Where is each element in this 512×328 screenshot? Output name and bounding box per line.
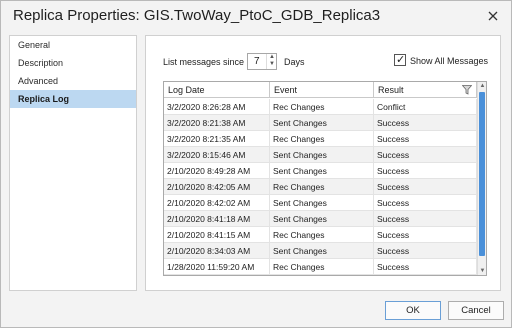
event-cell: Rec Changes: [270, 99, 374, 115]
nav-item-advanced[interactable]: Advanced: [10, 72, 136, 90]
event-cell: Rec Changes: [270, 259, 374, 275]
event-cell: Rec Changes: [270, 179, 374, 195]
properties-nav: General Description Advanced Replica Log: [9, 35, 137, 291]
show-all-label[interactable]: Show All Messages: [410, 56, 488, 66]
days-spinner[interactable]: 7 ▲ ▼: [247, 53, 277, 70]
log-date-cell: 3/2/2020 8:26:28 AM: [164, 99, 270, 115]
title-bar: Replica Properties: GIS.TwoWay_PtoC_GDB_…: [1, 1, 511, 33]
result-cell: Success: [374, 147, 477, 163]
scroll-up-icon[interactable]: ▲: [478, 82, 486, 90]
log-date-cell: 3/2/2020 8:21:38 AM: [164, 115, 270, 131]
table-row[interactable]: 1/28/2020 11:59:20 AM Rec Changes Success: [164, 259, 477, 275]
table-row[interactable]: 2/10/2020 8:42:05 AM Rec Changes Success: [164, 179, 477, 195]
table-row[interactable]: 2/10/2020 8:41:18 AM Sent Changes Success: [164, 211, 477, 227]
close-icon: [488, 11, 498, 21]
show-all-checkbox[interactable]: ✓: [394, 54, 406, 66]
check-icon: ✓: [396, 54, 406, 66]
result-cell: Success: [374, 115, 477, 131]
event-cell: Rec Changes: [270, 131, 374, 147]
result-cell: Success: [374, 227, 477, 243]
close-button[interactable]: [485, 8, 501, 24]
log-date-cell: 2/10/2020 8:42:02 AM: [164, 195, 270, 211]
nav-item-general[interactable]: General: [10, 36, 136, 54]
event-cell: Sent Changes: [270, 211, 374, 227]
table-row[interactable]: 3/2/2020 8:21:38 AM Sent Changes Success: [164, 115, 477, 131]
table-row[interactable]: 3/2/2020 8:26:28 AM Rec Changes Conflict: [164, 99, 477, 115]
days-value[interactable]: 7: [254, 56, 260, 67]
result-cell: Success: [374, 211, 477, 227]
table-row[interactable]: 2/10/2020 8:49:28 AM Sent Changes Success: [164, 163, 477, 179]
event-cell: Sent Changes: [270, 115, 374, 131]
spinner-up-icon[interactable]: ▲: [268, 54, 276, 61]
spinner-down-icon[interactable]: ▼: [268, 61, 276, 68]
table-row[interactable]: 3/2/2020 8:21:35 AM Rec Changes Success: [164, 131, 477, 147]
event-cell: Sent Changes: [270, 243, 374, 259]
column-header-event[interactable]: Event: [270, 82, 374, 98]
result-cell: Success: [374, 163, 477, 179]
column-header-result-label: Result: [378, 85, 404, 95]
result-cell: Conflict: [374, 99, 477, 115]
table-row[interactable]: 2/10/2020 8:42:02 AM Sent Changes Success: [164, 195, 477, 211]
column-header-result[interactable]: Result: [374, 82, 477, 98]
table-row[interactable]: 2/10/2020 8:41:15 AM Rec Changes Success: [164, 227, 477, 243]
result-cell: Success: [374, 243, 477, 259]
log-date-cell: 2/10/2020 8:41:15 AM: [164, 227, 270, 243]
nav-item-replica-log[interactable]: Replica Log: [10, 90, 136, 108]
log-date-cell: 1/28/2020 11:59:20 AM: [164, 259, 270, 275]
log-date-cell: 2/10/2020 8:34:03 AM: [164, 243, 270, 259]
table-row[interactable]: 2/10/2020 8:34:03 AM Sent Changes Success: [164, 243, 477, 259]
table-row[interactable]: 3/2/2020 8:15:46 AM Sent Changes Success: [164, 147, 477, 163]
event-cell: Rec Changes: [270, 227, 374, 243]
replica-properties-dialog: Replica Properties: GIS.TwoWay_PtoC_GDB_…: [0, 0, 512, 328]
filter-icon[interactable]: [462, 85, 472, 95]
cancel-button[interactable]: Cancel: [448, 301, 504, 320]
event-cell: Sent Changes: [270, 195, 374, 211]
days-label: Days: [284, 57, 305, 67]
log-date-cell: 2/10/2020 8:41:18 AM: [164, 211, 270, 227]
vertical-scrollbar[interactable]: ▲ ▼: [477, 82, 486, 275]
spinner-buttons: ▲ ▼: [266, 54, 276, 69]
scroll-down-icon[interactable]: ▼: [478, 267, 486, 275]
ok-button[interactable]: OK: [385, 301, 441, 320]
log-table: Log Date Event Result 3/2/2020 8:26:28 A…: [163, 81, 487, 276]
log-date-cell: 3/2/2020 8:21:35 AM: [164, 131, 270, 147]
event-cell: Sent Changes: [270, 163, 374, 179]
nav-item-description[interactable]: Description: [10, 54, 136, 72]
scroll-thumb[interactable]: [479, 92, 485, 256]
dialog-title: Replica Properties: GIS.TwoWay_PtoC_GDB_…: [13, 7, 381, 24]
result-cell: Success: [374, 259, 477, 275]
column-header-log-date[interactable]: Log Date: [164, 82, 270, 98]
replica-log-panel: List messages since 7 ▲ ▼ Days ✓ Show Al…: [145, 35, 501, 291]
log-date-cell: 2/10/2020 8:42:05 AM: [164, 179, 270, 195]
since-label: List messages since: [163, 57, 245, 67]
log-date-cell: 3/2/2020 8:15:46 AM: [164, 147, 270, 163]
result-cell: Success: [374, 179, 477, 195]
result-cell: Success: [374, 195, 477, 211]
table-header: Log Date Event Result: [164, 82, 486, 98]
result-cell: Success: [374, 131, 477, 147]
event-cell: Sent Changes: [270, 147, 374, 163]
log-date-cell: 2/10/2020 8:49:28 AM: [164, 163, 270, 179]
